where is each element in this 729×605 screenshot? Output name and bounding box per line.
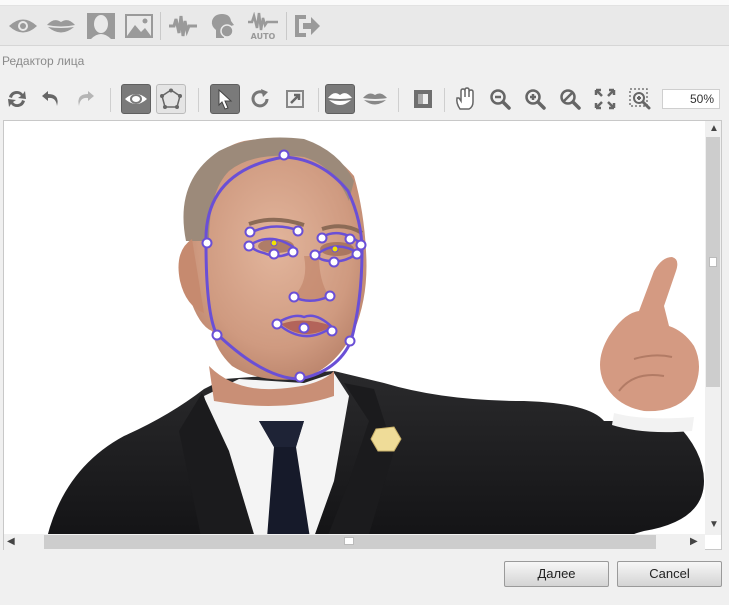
cancel-button[interactable]: Cancel <box>617 561 722 587</box>
toolbar-separator <box>398 88 399 112</box>
zoom-box-icon[interactable] <box>625 84 655 114</box>
landmark-point[interactable] <box>309 249 321 261</box>
auto-wave-icon[interactable]: AUTO <box>246 10 280 42</box>
lapel-pin <box>370 426 402 452</box>
section-label: Редактор лица <box>2 54 85 68</box>
zoom-in-icon[interactable] <box>520 84 550 114</box>
toolbar-separator <box>318 88 319 112</box>
exit-icon[interactable] <box>290 10 324 42</box>
landmark-point[interactable] <box>268 248 280 260</box>
toolbar-separator <box>160 12 161 40</box>
landmark-point[interactable] <box>287 246 299 258</box>
horizontal-scrollbar[interactable] <box>4 534 705 550</box>
left-pupil-point[interactable] <box>270 239 278 247</box>
landmark-point[interactable] <box>316 232 328 244</box>
landmark-point[interactable] <box>355 239 367 251</box>
mouth-mode-icon[interactable] <box>325 84 355 114</box>
eye-mode-icon[interactable] <box>121 84 151 114</box>
landmark-point[interactable] <box>294 371 306 383</box>
audio-head-icon[interactable] <box>206 10 240 42</box>
landmark-point[interactable] <box>288 291 300 303</box>
horizontal-scroll-grip[interactable] <box>344 537 354 545</box>
undo-icon[interactable] <box>36 84 66 114</box>
right-pupil-point[interactable] <box>331 245 339 253</box>
image-icon[interactable] <box>122 10 156 42</box>
auto-label: AUTO <box>251 32 276 40</box>
scroll-right-arrow-icon[interactable]: ▶ <box>690 537 698 547</box>
toolbar-separator <box>198 88 199 112</box>
landmark-point[interactable] <box>271 318 283 330</box>
toolbar-separator <box>110 88 111 112</box>
editor-toolbar <box>0 80 729 118</box>
top-strip <box>0 0 729 6</box>
rotate-icon[interactable] <box>245 84 275 114</box>
mesh-icon[interactable] <box>156 84 186 114</box>
landmark-point[interactable] <box>211 329 223 341</box>
head-icon[interactable] <box>84 10 118 42</box>
eye-icon[interactable] <box>6 10 40 42</box>
landmark-point[interactable] <box>344 233 356 245</box>
waveform-icon[interactable] <box>166 10 200 42</box>
flip-icon[interactable] <box>2 84 32 114</box>
landmark-point[interactable] <box>324 290 336 302</box>
toolbar-separator <box>286 12 287 40</box>
landmark-point[interactable] <box>344 335 356 347</box>
top-toolbar: AUTO <box>0 0 729 46</box>
scroll-left-arrow-icon[interactable]: ◀ <box>7 537 15 547</box>
frame-icon[interactable] <box>408 84 438 114</box>
landmark-point[interactable] <box>351 248 363 260</box>
hand-icon[interactable] <box>450 84 480 114</box>
pointer-icon[interactable] <box>210 84 240 114</box>
landmark-point[interactable] <box>244 226 256 238</box>
toolbar-separator <box>444 88 445 112</box>
landmark-point[interactable] <box>292 225 304 237</box>
zoom-input[interactable]: 50% <box>662 89 720 109</box>
landmark-point[interactable] <box>326 325 338 337</box>
lips-icon[interactable] <box>44 10 78 42</box>
zoom-reset-icon[interactable] <box>555 84 585 114</box>
redo-icon[interactable] <box>70 84 100 114</box>
landmark-point[interactable] <box>201 237 213 249</box>
vertical-scroll-grip[interactable] <box>709 257 717 267</box>
resize-icon[interactable] <box>280 84 310 114</box>
zoom-out-icon[interactable] <box>485 84 515 114</box>
scroll-up-arrow-icon[interactable]: ▲ <box>709 124 719 134</box>
landmark-point[interactable] <box>243 240 255 252</box>
photo-with-landmarks[interactable] <box>4 121 722 550</box>
landmark-point[interactable] <box>298 322 310 334</box>
lips-mode-icon[interactable] <box>360 84 390 114</box>
landmark-point[interactable] <box>278 149 290 161</box>
scroll-down-arrow-icon[interactable]: ▼ <box>709 520 719 530</box>
vertical-scrollbar[interactable] <box>705 121 721 535</box>
face-canvas[interactable] <box>3 120 722 550</box>
fit-icon[interactable] <box>590 84 620 114</box>
landmark-point[interactable] <box>328 256 340 268</box>
next-button[interactable]: Далее <box>504 561 609 587</box>
